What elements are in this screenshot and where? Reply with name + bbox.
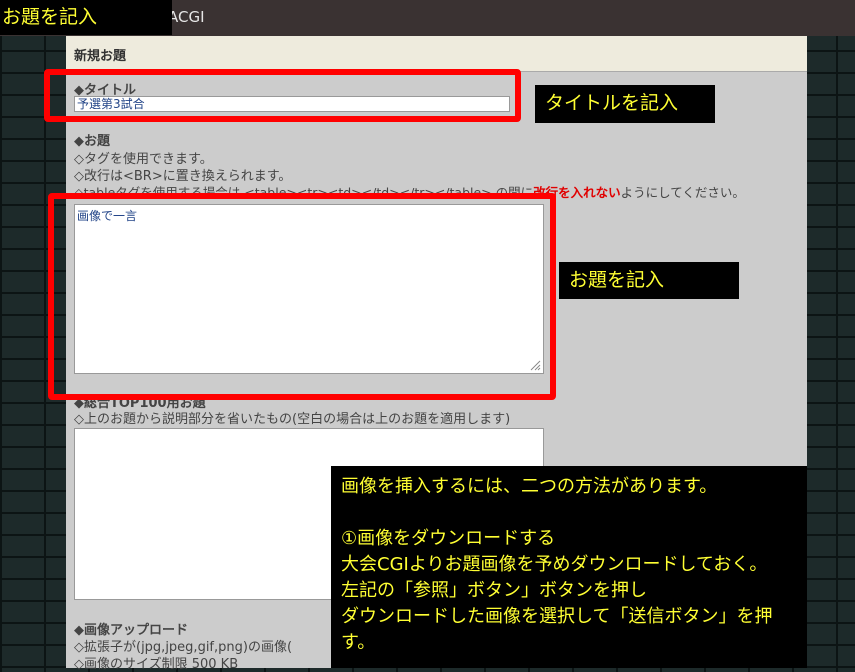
upload-hint-size: ◇画像のサイズ制限 500 KB: [74, 657, 239, 672]
odai-highlight-box: [48, 193, 556, 400]
note-line: 大会CGIよりお題画像を予めダウンロードしておく。: [341, 554, 768, 575]
note-line: ダウンロードした画像を選択して「送信ボタン」を押: [341, 606, 773, 627]
title-note: タイトルを記入: [535, 85, 715, 123]
odai-label: ◆お題: [74, 134, 110, 149]
odai-note: お題を記入: [559, 262, 739, 299]
note-line: す。: [341, 632, 376, 653]
note-line: ①画像をダウンロードする: [341, 528, 556, 549]
top100-hint: ◇上のお題から説明部分を省いたもの(空白の場合は上のお題を適用します): [74, 412, 511, 427]
title-highlight-box: [44, 69, 521, 122]
panel-header: 新規お題: [66, 36, 807, 72]
note-line: [341, 500, 797, 526]
callout-topleft: お題を記入: [0, 0, 172, 35]
note-line: 左記の「参照」ボタン」ボタンを押し: [341, 580, 647, 601]
site-title: ACGI: [168, 8, 205, 26]
panel-header-title: 新規お題: [74, 49, 127, 64]
image-insert-note: 画像を挿入するには、二つの方法があります。 ①画像をダウンロードする 大会CGI…: [331, 466, 807, 668]
note-line: 画像を挿入するには、二つの方法があります。: [341, 476, 718, 497]
